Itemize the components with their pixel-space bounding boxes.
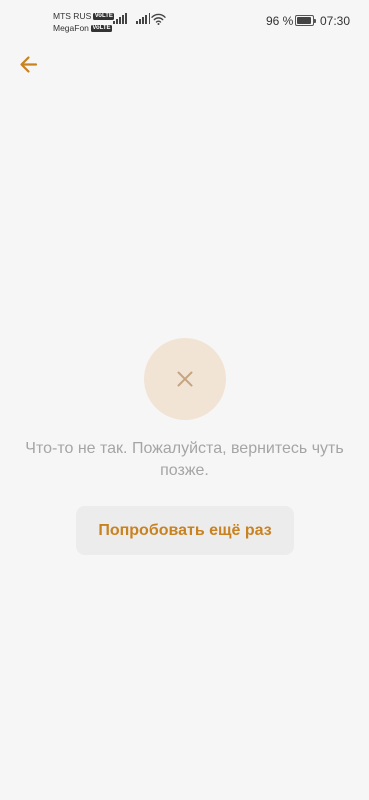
carrier-name-2: MegaFon <box>53 23 89 33</box>
battery-icon <box>295 15 316 26</box>
error-icon-circle <box>144 338 226 420</box>
signal-group <box>113 13 151 24</box>
error-message: Что-то не так. Пожалуйста, вернитесь чут… <box>25 440 344 479</box>
status-bar: MTS RUS VoLTE MegaFon VoLTE 96 % 07:30 <box>0 0 369 40</box>
volte-badge: VoLTE <box>90 24 113 32</box>
volte-badge: VoLTE <box>93 12 115 20</box>
wifi-icon <box>151 13 166 25</box>
carrier-row-2: MegaFon VoLTE <box>53 22 114 34</box>
clock: 07:30 <box>320 14 351 28</box>
screen: MTS RUS VoLTE MegaFon VoLTE 96 % 07:30 Ч… <box>0 0 369 800</box>
carrier-info: MTS RUS VoLTE MegaFon VoLTE <box>53 10 115 34</box>
retry-button[interactable]: Попробовать ещё раз <box>76 506 294 555</box>
battery-fill <box>297 17 312 24</box>
signal-icon <box>136 13 151 24</box>
carrier-name-1: MTS RUS <box>53 11 92 21</box>
retry-button-label: Попробовать ещё раз <box>98 521 272 539</box>
arrow-left-icon <box>20 56 38 73</box>
signal-icon <box>113 13 128 24</box>
back-button[interactable] <box>14 52 44 78</box>
carrier-row-1: MTS RUS VoLTE <box>53 10 115 22</box>
close-icon <box>177 371 193 387</box>
battery-percent: 96 % <box>266 14 294 28</box>
